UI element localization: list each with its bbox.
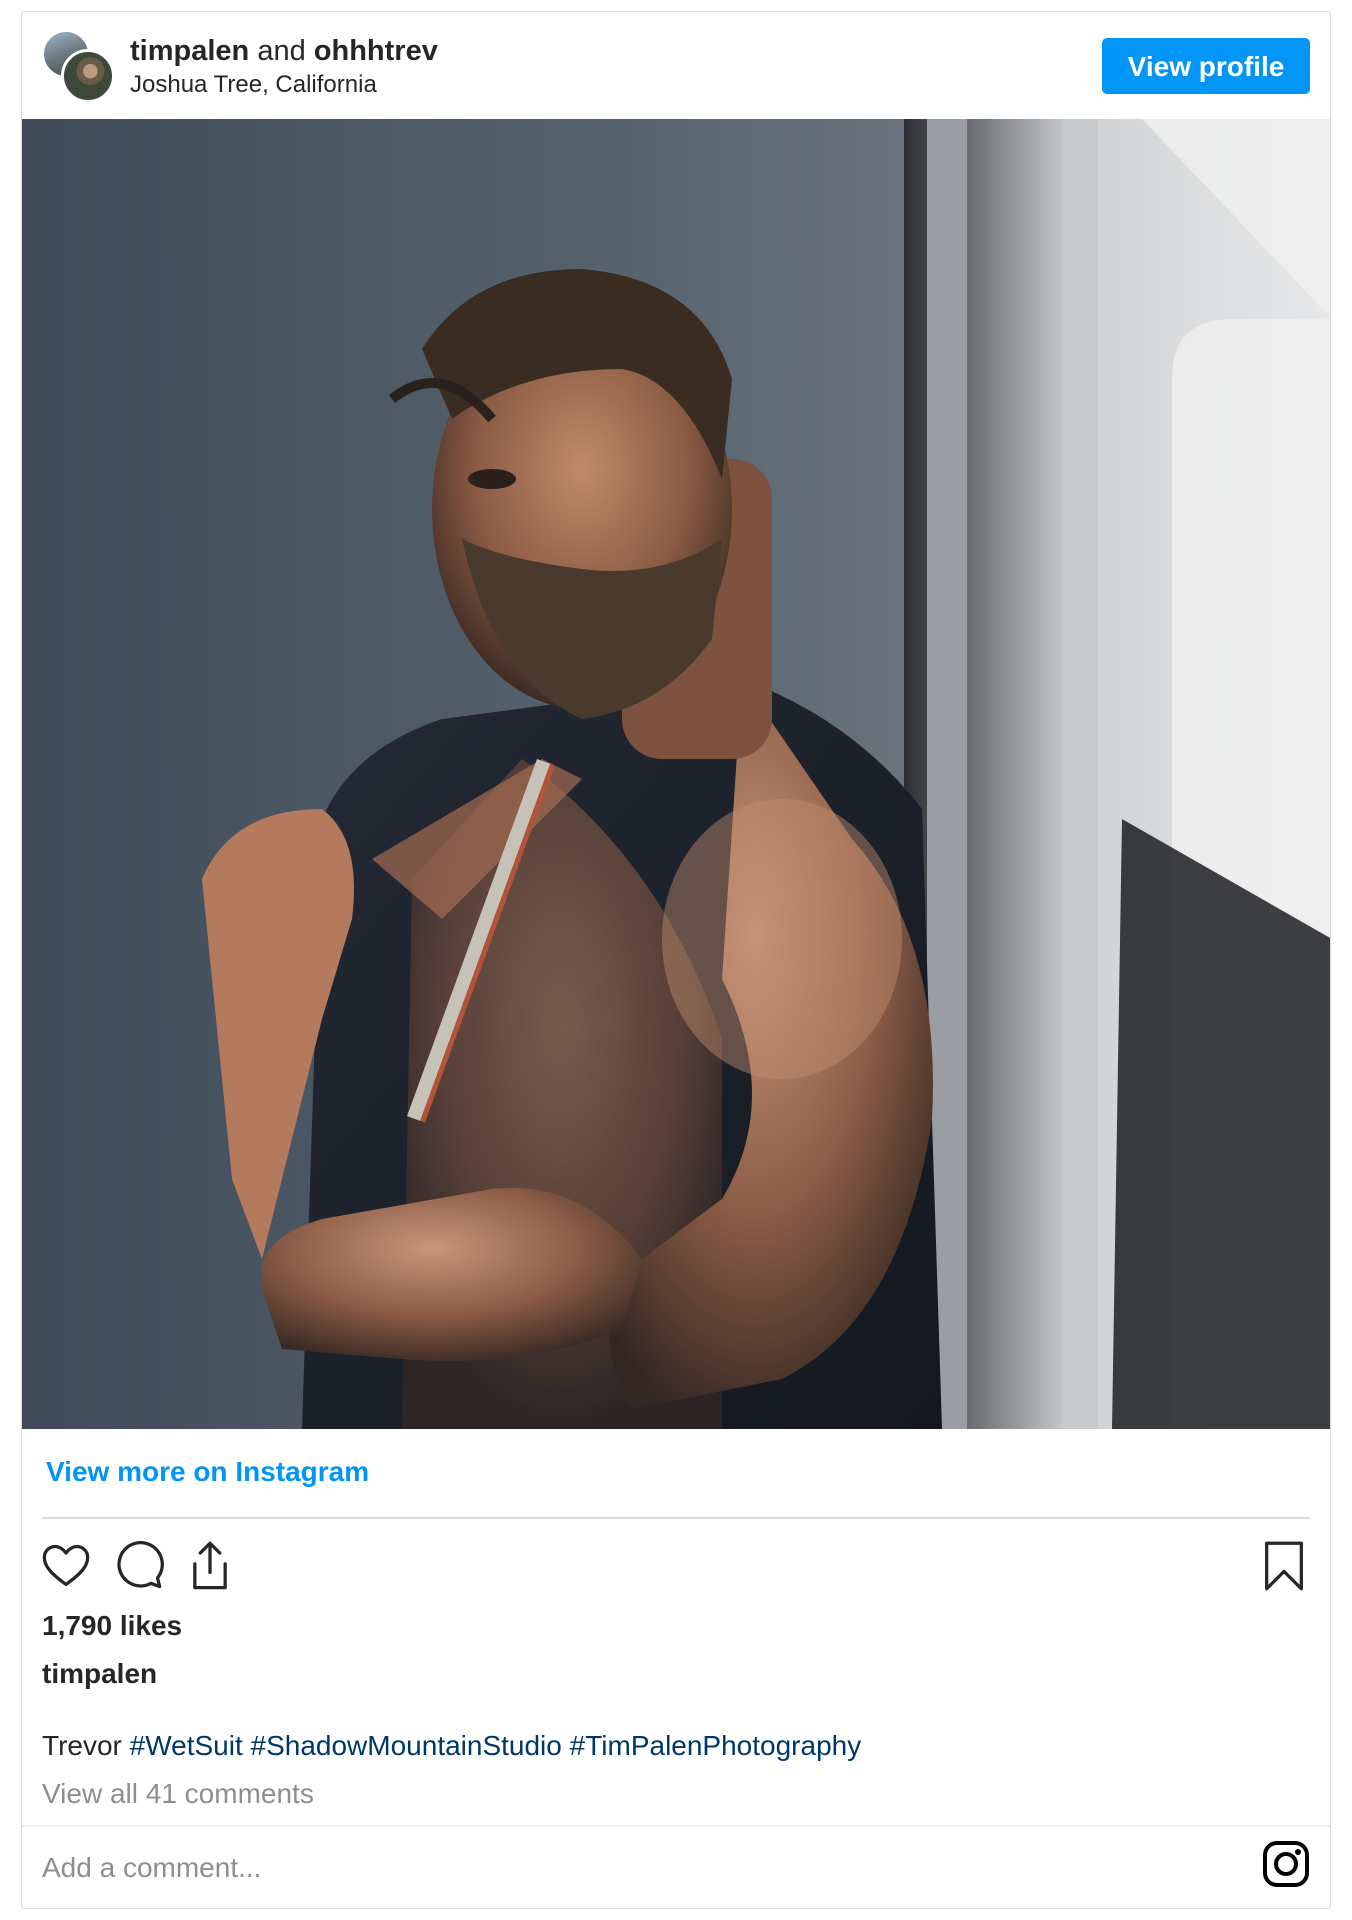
- post-authors: timpalen and ohhhtrev: [130, 34, 438, 68]
- caption-text: Trevor: [42, 1730, 122, 1761]
- post-location[interactable]: Joshua Tree, California: [130, 70, 377, 100]
- comment-bubble-icon[interactable]: [112, 1540, 164, 1592]
- post-photo[interactable]: [22, 119, 1330, 1429]
- author-connector: and: [257, 35, 306, 67]
- hashtag-link[interactable]: #WetSuit: [130, 1730, 243, 1761]
- view-all-comments-link[interactable]: View all 41 comments: [42, 1778, 314, 1810]
- view-more-on-instagram-link[interactable]: View more on Instagram: [46, 1456, 369, 1488]
- author-link-2[interactable]: ohhhtrev: [314, 35, 438, 67]
- hashtag-link[interactable]: #ShadowMountainStudio: [251, 1730, 562, 1761]
- section-divider: [42, 1517, 1310, 1519]
- share-icon[interactable]: [184, 1540, 236, 1592]
- heart-icon[interactable]: [40, 1540, 92, 1592]
- post-photo-illustration: [22, 119, 1330, 1429]
- caption-owner[interactable]: timpalen: [42, 1658, 157, 1690]
- instagram-embed-card: timpalen and ohhhtrev Joshua Tree, Calif…: [21, 11, 1331, 1909]
- comment-divider: [22, 1825, 1330, 1827]
- view-profile-button[interactable]: View profile: [1102, 38, 1310, 94]
- post-header: timpalen and ohhhtrev Joshua Tree, Calif…: [22, 12, 1330, 119]
- post-actions: [40, 1540, 1310, 1596]
- like-count[interactable]: 1,790 likes: [42, 1610, 182, 1642]
- author-link-1[interactable]: timpalen: [130, 35, 249, 67]
- instagram-logo-icon[interactable]: [1262, 1840, 1310, 1888]
- add-comment-input[interactable]: [42, 1848, 1192, 1888]
- collab-avatars[interactable]: [41, 29, 115, 103]
- hashtag-link[interactable]: #TimPalenPhotography: [570, 1730, 862, 1761]
- post-caption: Trevor #WetSuit #ShadowMountainStudio #T…: [42, 1730, 861, 1762]
- bookmark-icon[interactable]: [1258, 1540, 1310, 1592]
- avatar-ohhhtrev[interactable]: [61, 49, 115, 103]
